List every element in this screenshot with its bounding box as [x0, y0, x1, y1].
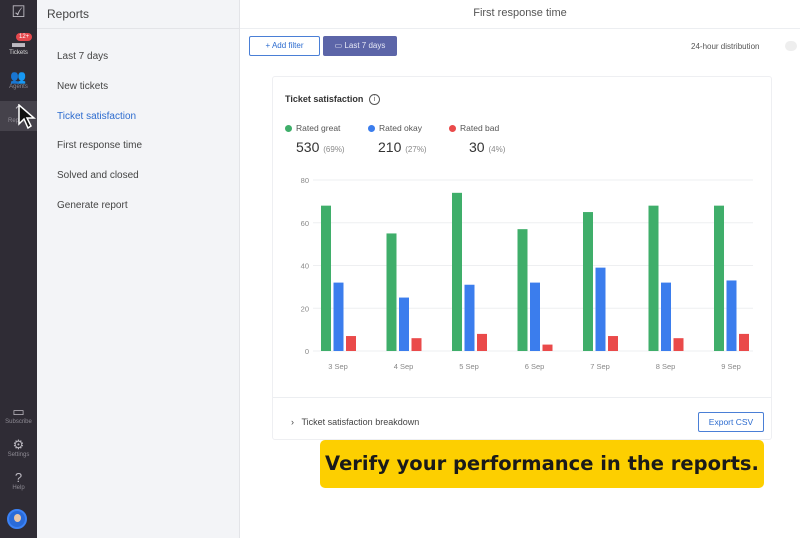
date-range-button[interactable]: ▭ Last 7 days [323, 36, 397, 56]
rail-item-subscribe[interactable]: ▭ Subscribe [0, 404, 37, 426]
bar-rated-great[interactable] [648, 205, 659, 351]
bar-rated-great[interactable] [583, 212, 593, 351]
tickets-badge: 12+ [16, 33, 33, 41]
help-icon: ? [14, 470, 23, 485]
chevron-right-icon: › [291, 417, 302, 427]
rail-item-settings[interactable]: ⚙ Settings [0, 437, 37, 459]
bar-rated-okay[interactable] [530, 282, 540, 351]
bar-rated-okay[interactable] [726, 280, 737, 351]
add-filter-button[interactable]: + Add filter [249, 36, 320, 56]
sidebar-item-generate-report[interactable]: Generate report [57, 200, 128, 211]
bar-rated-bad[interactable] [477, 333, 487, 351]
bar-rated-bad[interactable] [542, 344, 553, 351]
bar-rated-okay[interactable] [661, 282, 671, 351]
y-tick-label: 40 [301, 262, 309, 271]
distribution-label: 24-hour distribution [691, 42, 760, 51]
bar-rated-okay[interactable] [333, 282, 344, 351]
sidebar-title: Reports [47, 7, 90, 21]
y-tick-label: 0 [305, 347, 309, 356]
bar-rated-great[interactable] [714, 205, 724, 351]
rail-item-help[interactable]: ? Help [0, 470, 37, 492]
bar-rated-great[interactable] [386, 233, 397, 351]
mouse-cursor-icon [18, 104, 36, 130]
x-tick-label: 8 Sep [656, 362, 676, 371]
x-tick-label: 5 Sep [459, 362, 479, 371]
y-tick-label: 60 [301, 219, 309, 228]
gear-icon: ⚙ [12, 437, 25, 452]
x-tick-label: 4 Sep [394, 362, 414, 371]
sidebar-item-last-7-days[interactable]: Last 7 days [57, 51, 108, 62]
sidebar-item-solved-and-closed[interactable]: Solved and closed [57, 170, 139, 181]
bar-rated-bad[interactable] [608, 336, 618, 351]
bar-rated-okay[interactable] [595, 267, 606, 351]
breakdown-toggle[interactable]: › Ticket satisfaction breakdown [291, 417, 419, 427]
bar-rated-okay[interactable] [464, 284, 475, 351]
calendar-icon: ▭ [334, 41, 345, 50]
satisfaction-chart: 0 20 40 60 80 3 Sep 4 Sep 5 Sep 6 Sep 7 Sep 8 Sep 9… [301, 176, 753, 371]
rail-item-tickets[interactable]: ▬ Tickets 12+ [0, 33, 37, 56]
bar-rated-okay[interactable] [399, 297, 409, 351]
agents-icon: 👥 [10, 69, 27, 84]
x-tick-label: 9 Sep [721, 362, 741, 371]
logo-icon[interactable]: ☑ [0, 5, 37, 21]
caption-banner: Verify your performance in the reports. [320, 440, 764, 488]
bar-rated-great[interactable] [452, 192, 462, 351]
nav-rail: ☑ ▬Tickets12+ 👥Agents ⌃Reports ▭Subscrib… [0, 0, 37, 538]
sidebar-item-new-tickets[interactable]: New tickets [57, 81, 108, 92]
bar-rated-bad[interactable] [673, 338, 684, 351]
page-title: First response time [473, 7, 567, 19]
x-tick-label: 6 Sep [525, 362, 545, 371]
card-icon: ▭ [12, 404, 25, 419]
reports-sidebar: Reports Last 7 days New tickets Ticket s… [37, 0, 240, 538]
export-csv-button[interactable]: Export CSV [698, 412, 764, 432]
y-tick-label: 20 [301, 304, 309, 313]
avatar[interactable] [7, 509, 27, 529]
x-tick-label: 7 Sep [590, 362, 610, 371]
y-tick-label: 80 [301, 176, 309, 185]
sidebar-item-ticket-satisfaction[interactable]: Ticket satisfaction [57, 111, 136, 122]
rail-item-agents[interactable]: 👥 Agents [0, 69, 37, 91]
sidebar-item-first-response-time[interactable]: First response time [57, 140, 142, 151]
bar-rated-bad[interactable] [346, 336, 356, 351]
x-tick-label: 3 Sep [328, 362, 348, 371]
bar-rated-bad[interactable] [739, 333, 749, 351]
bar-rated-great[interactable] [321, 205, 331, 351]
bar-rated-great[interactable] [517, 229, 528, 351]
distribution-toggle[interactable] [785, 41, 797, 51]
satisfaction-card: Ticket satisfaction i Rated great Rated … [272, 76, 772, 440]
bar-rated-bad[interactable] [411, 338, 422, 351]
